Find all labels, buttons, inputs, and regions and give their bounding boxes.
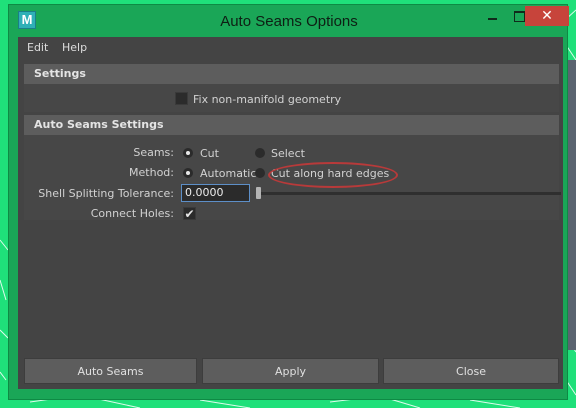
seams-cut-radio[interactable] (183, 148, 193, 158)
method-automatic-radio[interactable] (183, 168, 193, 178)
settings-section-body: Fix non-manifold geometry (24, 84, 559, 112)
tolerance-slider-track[interactable] (256, 192, 561, 195)
auto-seams-options-window: M Auto Seams Options ✕ Edit Help Setting… (8, 4, 569, 400)
auto-seams-button[interactable]: Auto Seams (24, 358, 197, 384)
close-button[interactable]: Close (383, 358, 559, 384)
auto-seams-settings-section-header[interactable]: Auto Seams Settings (24, 115, 559, 135)
method-automatic-label[interactable]: Automatic (200, 167, 256, 180)
menu-bar: Edit Help (18, 37, 563, 59)
seams-select-label[interactable]: Select (271, 147, 305, 160)
connect-holes-label: Connect Holes: (90, 207, 174, 220)
connect-holes-checkbox[interactable]: ✔ (183, 207, 196, 220)
menu-help[interactable]: Help (62, 41, 87, 54)
method-label: Method: (129, 166, 174, 179)
shell-splitting-tolerance-field[interactable]: 0.0000 (181, 184, 250, 202)
fix-non-manifold-label: Fix non-manifold geometry (193, 93, 342, 106)
minimize-button[interactable] (479, 6, 506, 26)
red-annotation-ellipse (268, 162, 398, 188)
settings-section-header[interactable]: Settings (24, 64, 559, 84)
seams-select-radio[interactable] (255, 148, 265, 158)
shell-splitting-tolerance-label: Shell Splitting Tolerance: (38, 187, 174, 200)
method-cut-hard-edges-radio[interactable] (255, 168, 265, 178)
menu-edit[interactable]: Edit (27, 41, 48, 54)
check-icon: ✔ (184, 207, 195, 221)
seams-label: Seams: (133, 146, 174, 159)
apply-button[interactable]: Apply (202, 358, 379, 384)
title-bar[interactable]: M Auto Seams Options ✕ (9, 5, 569, 37)
seams-cut-label[interactable]: Cut (200, 147, 219, 160)
fix-non-manifold-checkbox[interactable] (175, 92, 188, 105)
close-window-button[interactable]: ✕ (525, 6, 569, 26)
tolerance-slider-handle[interactable] (256, 187, 261, 199)
dialog-client-area: Edit Help Settings Fix non-manifold geom… (18, 37, 563, 389)
